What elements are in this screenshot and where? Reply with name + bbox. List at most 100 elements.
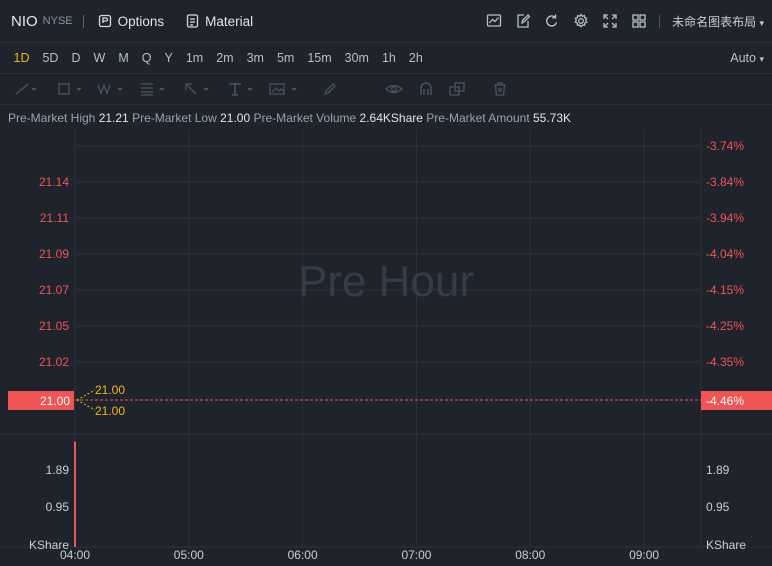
percent-axis: -3.74% -3.84% -3.94% -4.04% -4.15% -4.25% -4.3… [701,139,772,410]
image-icon[interactable] [268,80,300,98]
timeframe-2h[interactable]: 2h [402,51,429,65]
current-price-badge [8,391,74,410]
options-label: Options [117,13,165,29]
symbol-name[interactable]: NIO [11,13,38,30]
scale-mode-select[interactable]: Auto ▾ [730,51,764,65]
options-icon [98,14,111,28]
price-tick-label: 21.02 [39,355,69,369]
price-tick-label: 21.07 [39,283,69,297]
scale-mode-label: Auto [730,51,756,65]
timeframe-5m[interactable]: 5m [270,51,300,65]
edit-icon[interactable] [513,11,533,31]
chart-tools: 未命名图表布局 ▾ [475,11,764,31]
current-price-label: 21.00 [40,394,70,408]
percent-tick-label: -4.35% [706,355,744,369]
timeframe-5d[interactable]: 5D [36,51,65,65]
timeframe-bar: 1D 5D D W M Q Y 1m 2m 3m 5m 15m 30m 1h 2… [0,43,772,73]
timeframe-30m[interactable]: 30m [338,51,375,65]
stat-label: Pre-Market High [8,111,96,125]
stat-value: 55.73K [533,111,572,125]
volume-bar [74,441,76,547]
price-tick-label: 21.05 [39,319,69,333]
caret-down-icon: ▾ [759,54,764,64]
timeframe-d[interactable]: D [65,51,87,65]
percent-tick-label: -4.04% [706,247,744,261]
callout-line [76,399,96,411]
drawing-toolbar [0,76,772,102]
volume-unit-label: KShare [706,538,746,552]
line-chart-icon[interactable] [484,11,504,31]
fullscreen-icon[interactable] [600,11,620,31]
low-callout-label: 21.00 [95,404,125,418]
divider [82,14,84,28]
stat-label: Pre-Market Volume [253,111,357,125]
reset-icon[interactable] [542,11,562,31]
timeframe-m[interactable]: M [112,51,135,65]
time-axis: 04:00 05:00 06:00 07:00 08:00 09:00 [60,548,659,562]
pencil-icon[interactable] [322,80,338,98]
grid-layout-icon[interactable] [629,11,649,31]
price-tick-label: 21.09 [39,247,69,261]
document-icon [187,14,199,28]
time-tick-label: 04:00 [60,548,90,562]
volume-tick-label: 0.95 [706,500,730,514]
percent-tick-label: -4.15% [706,283,744,297]
magnet-icon[interactable] [418,80,434,98]
timeframe-1m[interactable]: 1m [179,51,209,65]
percent-tick-label: -3.74% [706,139,744,153]
current-percent-badge [701,391,772,410]
timeframe-2m[interactable]: 2m [210,51,240,65]
material-button[interactable]: Material [186,14,253,29]
chart-watermark: Pre Hour [298,257,474,306]
timeframe-q[interactable]: Q [135,51,158,65]
price-tick-label: 21.14 [39,175,69,189]
volume-unit-label: KShare [29,538,69,552]
exchange-name: NYSE [42,15,73,27]
divider [0,104,772,105]
volume-axis: 1.89 1.89 0.95 0.95 KShare KShare [29,463,746,552]
percent-tick-label: -3.84% [706,175,744,189]
callout-line [76,389,96,401]
chart-series: 21.00 21.00 [74,383,701,547]
stat-label: Pre-Market Low [132,111,217,125]
trend-line-icon[interactable] [14,80,38,98]
material-label: Material [205,13,254,29]
timeframe-y[interactable]: Y [158,51,179,65]
arrow-icon[interactable] [182,80,212,98]
rectangle-icon[interactable] [57,80,85,98]
high-callout-label: 21.00 [95,383,125,397]
caret-down-icon: ▾ [759,17,764,28]
volume-tick-label: 1.89 [46,463,70,477]
text-tool-icon[interactable] [226,80,256,98]
timeframe-1d[interactable]: 1D [7,51,36,65]
lock-icon[interactable] [448,80,466,98]
timeframe-15m[interactable]: 15m [301,51,338,65]
time-tick-label: 08:00 [515,548,545,562]
layout-name: 未命名图表布局 [672,14,757,29]
price-tick-label: 21.11 [40,211,69,225]
percent-tick-label: -3.94% [706,211,744,225]
fibonacci-icon[interactable] [138,80,168,98]
settings-icon[interactable] [571,11,591,31]
price-axis: 21.14 21.11 21.09 21.07 21.05 21.02 21.00 [8,175,74,410]
visibility-icon[interactable] [385,80,403,98]
timeframe-3m[interactable]: 3m [240,51,270,65]
premarket-stats: Pre-Market High 21.21 Pre-Market Low 21.… [8,111,571,125]
stat-label: Pre-Market Amount [426,111,530,125]
time-tick-label: 05:00 [174,548,204,562]
pattern-icon[interactable] [96,80,126,98]
time-tick-label: 07:00 [401,548,431,562]
stat-value: 2.64KShare [359,111,423,125]
time-tick-label: 06:00 [288,548,318,562]
layout-selector[interactable]: 未命名图表布局 ▾ [672,13,764,30]
volume-tick-label: 0.95 [46,500,70,514]
chart-grid [0,130,772,548]
options-button[interactable]: Options [98,13,165,29]
percent-tick-label: -4.25% [706,319,744,333]
trash-icon[interactable] [492,80,508,98]
timeframe-w[interactable]: W [87,51,112,65]
timeframe-1h[interactable]: 1h [375,51,402,65]
time-tick-label: 09:00 [629,548,659,562]
current-percent-label: -4.46% [706,394,744,408]
stat-value: 21.21 [98,111,129,125]
